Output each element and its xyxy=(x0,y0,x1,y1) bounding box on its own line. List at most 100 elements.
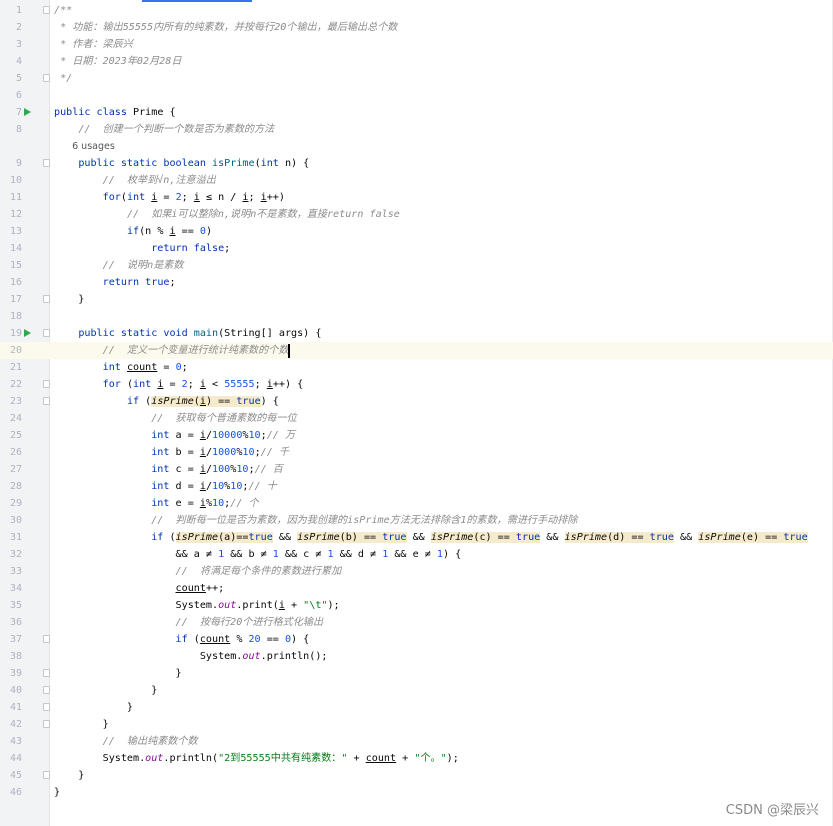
code-line[interactable]: 21 int count = 0; xyxy=(0,359,833,376)
line-number: 20 xyxy=(9,345,22,356)
fold-icon[interactable] xyxy=(43,720,50,728)
code-line[interactable]: 33 // 将满足每个条件的素数进行累加 xyxy=(0,563,833,580)
code-line[interactable]: 39 } xyxy=(0,665,833,682)
code-line[interactable]: 20 // 定义一个变量进行统计纯素数的个数 xyxy=(0,342,833,359)
fold-icon[interactable] xyxy=(43,397,50,405)
code-line[interactable]: 32 && a ≠ 1 && b ≠ 1 && c ≠ 1 && d ≠ 1 &… xyxy=(0,546,833,563)
code-line[interactable]: 35 System.out.print(i + "\t"); xyxy=(0,597,833,614)
code-token: // 判断每一位是否为素数，因为我创建的isPrime方法无法排除含1的素数，需… xyxy=(151,515,578,526)
code-line[interactable]: 23 if (isPrime(i) == true) { xyxy=(0,393,833,410)
code-text: // 说明n是素数 xyxy=(54,257,184,274)
code-token: "个。" xyxy=(414,753,447,764)
usages-link[interactable]: 6 usages xyxy=(54,138,115,155)
line-number: 25 xyxy=(9,430,22,441)
code-token: isPrime xyxy=(212,158,255,169)
fold-icon[interactable] xyxy=(43,74,50,82)
code-token: isPrime xyxy=(175,532,219,543)
fold-icon[interactable] xyxy=(43,771,50,779)
code-line[interactable]: 24 // 获取每个普通素数的每一位 xyxy=(0,410,833,427)
code-text: for (int i = 2; i < 55555; i++) { xyxy=(54,376,304,393)
fold-icon[interactable] xyxy=(43,380,50,388)
code-line[interactable]: 31 if (isPrime(a)==true && isPrime(b) ==… xyxy=(0,529,833,546)
code-line[interactable]: 42 } xyxy=(0,716,833,733)
line-number: 12 xyxy=(9,209,22,220)
fold-icon[interactable] xyxy=(43,329,50,337)
code-line[interactable]: 18 xyxy=(0,308,833,325)
code-token: + xyxy=(347,753,366,764)
code-line[interactable]: 12 // 如果i可以整除n,说明n不是素数，直接return false xyxy=(0,206,833,223)
code-line[interactable]: 19 public static void main(String[] args… xyxy=(0,325,833,342)
code-text: * 日期：2023年02月28日 xyxy=(54,53,181,70)
code-text: } xyxy=(54,699,133,716)
line-number: 43 xyxy=(9,736,22,747)
code-line[interactable]: 29 int e = i%10;// 个 xyxy=(0,495,833,512)
code-line[interactable]: 28 int d = i/10%10;// 十 xyxy=(0,478,833,495)
code-line[interactable]: 3 * 作者：梁辰兴 xyxy=(0,36,833,53)
code-line[interactable]: 17 } xyxy=(0,291,833,308)
fold-icon[interactable] xyxy=(43,6,50,14)
fold-icon[interactable] xyxy=(43,295,50,303)
code-text: * 作者：梁辰兴 xyxy=(54,36,133,53)
fold-icon[interactable] xyxy=(43,669,50,677)
code-line[interactable]: 16 return true; xyxy=(0,274,833,291)
code-line[interactable]: 45 } xyxy=(0,767,833,784)
run-icon[interactable] xyxy=(24,108,31,116)
code-line[interactable]: 46} xyxy=(0,784,833,801)
code-token: 10 xyxy=(230,481,243,492)
code-line[interactable]: 38 System.out.println(); xyxy=(0,648,833,665)
fold-icon[interactable] xyxy=(43,159,50,167)
fold-icon[interactable] xyxy=(43,635,50,643)
code-token: 10 xyxy=(242,447,255,458)
code-token: out xyxy=(242,651,261,662)
code-line[interactable]: 26 int b = i/1000%10;// 千 xyxy=(0,444,833,461)
code-line[interactable]: 1 /** xyxy=(0,2,833,19)
code-line[interactable]: 44 System.out.println("2到55555中共有纯素数：" +… xyxy=(0,750,833,767)
code-line[interactable]: 6 xyxy=(0,87,833,104)
code-line[interactable]: 9 public static boolean isPrime(int n) { xyxy=(0,155,833,172)
fold-icon[interactable] xyxy=(43,686,50,694)
code-line[interactable]: 30 // 判断每一位是否为素数，因为我创建的isPrime方法无法排除含1的素… xyxy=(0,512,833,529)
code-line[interactable]: 7 public class Prime { xyxy=(0,104,833,121)
code-text: return true; xyxy=(54,274,176,291)
fold-icon[interactable] xyxy=(43,703,50,711)
line-number: 38 xyxy=(9,651,22,662)
code-line[interactable]: 40 } xyxy=(0,682,833,699)
code-token: isPrime xyxy=(698,532,741,543)
code-line[interactable]: 25 int a = i/10000%10;// 万 xyxy=(0,427,833,444)
code-token: 1000 xyxy=(212,447,237,458)
code-line[interactable]: 41 } xyxy=(0,699,833,716)
code-text: // 创建一个判断一个数是否为素数的方法 xyxy=(54,121,274,138)
code-line[interactable]: 8 // 创建一个判断一个数是否为素数的方法 xyxy=(0,121,833,138)
code-line[interactable]: 14 return false; xyxy=(0,240,833,257)
code-line[interactable]: 5 */ xyxy=(0,70,833,87)
run-icon[interactable] xyxy=(24,329,31,337)
code-token: ) { xyxy=(442,549,462,560)
code-line[interactable]: 43 // 输出纯素数个数 xyxy=(0,733,833,750)
code-line[interactable]: 27 int c = i/100%10;// 百 xyxy=(0,461,833,478)
code-line[interactable]: 37 if (count % 20 == 0) { xyxy=(0,631,833,648)
code-token: ) == xyxy=(205,396,237,407)
code-token: + xyxy=(396,753,415,764)
code-editor[interactable]: 1 /** 2 * 功能：输出55555内所有的纯素数，并按每行20个输出，最后输出… xyxy=(0,2,833,801)
code-token: .println(); xyxy=(260,651,328,662)
code-token: = xyxy=(163,379,182,390)
code-line[interactable]: 2 * 功能：输出55555内所有的纯素数，并按每行20个输出，最后输出总个数 xyxy=(0,19,833,36)
code-token: public static boolean xyxy=(78,158,213,169)
code-line[interactable]: 36 // 按每行20个进行格式化输出 xyxy=(0,614,833,631)
code-line[interactable]: 4 * 日期：2023年02月28日 xyxy=(0,53,833,70)
code-line[interactable]: 10 // 枚举到√n,注意溢出 xyxy=(0,172,833,189)
code-line[interactable]: 13 if(n % i == 0) xyxy=(0,223,833,240)
code-text: // 将满足每个条件的素数进行累加 xyxy=(54,563,342,580)
code-token: (c) == xyxy=(473,532,516,543)
code-text: // 判断每一位是否为素数，因为我创建的isPrime方法无法排除含1的素数，需… xyxy=(54,512,577,529)
code-text: } xyxy=(54,291,84,308)
code-token: isPrime xyxy=(151,396,194,407)
code-line[interactable]: 15 // 说明n是素数 xyxy=(0,257,833,274)
code-line[interactable]: 22 for (int i = 2; i < 55555; i++) { xyxy=(0,376,833,393)
code-line[interactable]: 34 count++; xyxy=(0,580,833,597)
code-line[interactable]: 11 for(int i = 2; i ≤ n / i; i++) xyxy=(0,189,833,206)
code-token: count xyxy=(126,362,158,373)
